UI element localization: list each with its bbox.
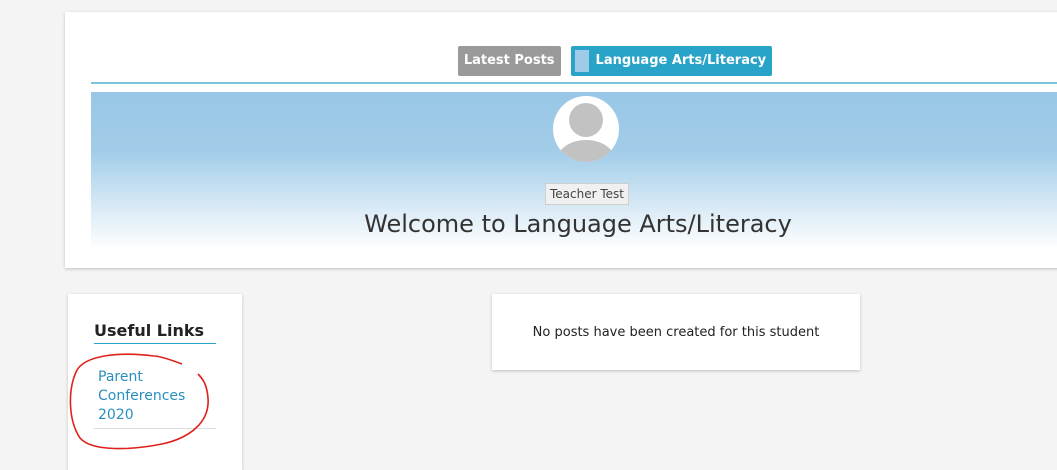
header-divider [91,82,1057,84]
tab-latest-posts[interactable]: Latest Posts [457,46,561,76]
tab-language-arts-label: Language Arts/Literacy [595,53,767,68]
link-parent-conferences[interactable]: Parent Conferences 2020 [94,368,216,429]
welcome-heading: Welcome to Language Arts/Literacy [364,210,792,238]
course-banner: Teacher Test Welcome to Language Arts/Li… [91,92,1057,250]
posts-empty-card: No posts have been created for this stud… [492,294,860,370]
useful-links-card: Useful Links Parent Conferences 2020 [68,294,242,470]
tab-latest-posts-label: Latest Posts [463,53,555,68]
user-avatar-icon [553,96,619,162]
posts-empty-message: No posts have been created for this stud… [532,324,820,340]
teacher-name: Teacher Test [545,183,629,205]
course-header-card: Latest Posts Language Arts/Literacy Teac… [65,12,1057,268]
tab-color-chip [574,50,589,72]
useful-links-title: Useful Links [94,321,216,344]
tab-language-arts[interactable]: Language Arts/Literacy [570,46,773,76]
tab-bar: Latest Posts Language Arts/Literacy [65,46,1057,76]
